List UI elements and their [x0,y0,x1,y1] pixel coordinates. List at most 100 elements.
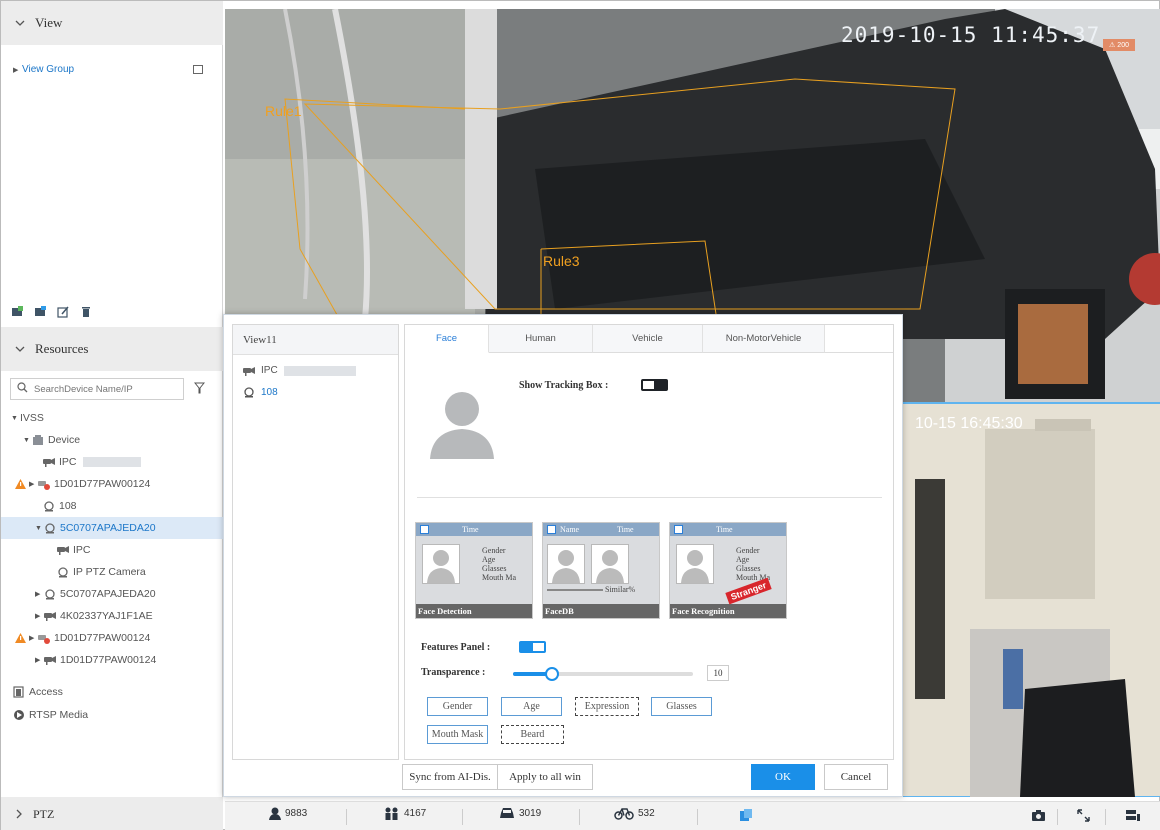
transparence-slider[interactable] [513,667,693,681]
collapse-arrow-icon: ▼ [23,436,30,444]
dome-camera-icon [243,387,255,398]
feature-mouth-mask[interactable]: Mouth Mask [427,725,488,744]
tree-node-selected-device[interactable]: ▼ 5C0707APAJEDA20 [1,517,223,539]
edit-icon[interactable] [57,306,69,321]
face-detection-card[interactable]: Time Gender Age Glasses Mouth Ma Face De… [415,522,533,619]
ptz-section-header[interactable]: PTZ [1,797,223,830]
feature-age[interactable]: Age [501,697,562,716]
human-count[interactable]: 4167 [384,807,426,820]
feature-gender[interactable]: Gender [427,697,488,716]
card-header-label: Name [560,525,580,534]
tree-node-child-ipc[interactable]: IPC [1,539,223,561]
bottom-toolbar [225,801,1160,830]
tree-node-nvr-offline-1[interactable]: ▶ 1D01D77PAW00124 [1,473,223,495]
face-count[interactable]: 9883 [269,807,307,820]
expand-arrow-icon: ▶ [35,613,41,620]
add-view-icon[interactable] [193,65,203,74]
dome-camera-icon [43,500,55,512]
tree-node-ipc[interactable]: IPC [1,451,223,473]
features-panel-toggle[interactable] [519,641,546,653]
camera-icon [43,456,55,468]
tree-node-ptz-camera[interactable]: IP PTZ Camera [1,561,223,583]
alarm-badge[interactable]: ⚠ 200 [1103,39,1135,51]
slider-knob[interactable] [545,667,559,681]
ptz-camera-icon [57,566,69,578]
feature-glasses[interactable]: Glasses [651,697,712,716]
view-item-108[interactable]: 108 [243,387,278,398]
apply-to-all-button[interactable]: Apply to all win [497,764,593,790]
view-group-label: View Group [22,64,75,75]
video-timestamp: 2019-10-15 11:45:37 [841,23,1101,47]
divider [417,497,882,498]
smart-overlay-icon[interactable] [739,808,753,825]
tab-vehicle[interactable]: Vehicle [593,325,703,353]
view-group-item[interactable]: ▶ View Group [13,64,74,75]
masked-ip [82,457,141,467]
view-section-title: View [35,15,63,30]
feature-beard[interactable]: Beard [501,725,564,744]
camera-icon [44,610,56,622]
rtsp-media-icon [13,709,25,721]
tree-node-ivss[interactable]: ▼ IVSS [1,407,223,429]
filter-icon[interactable] [193,382,206,397]
separator [697,809,698,825]
device-search-box[interactable] [10,378,184,400]
dome-camera-icon [44,588,56,600]
tree-node-108[interactable]: 108 [1,495,223,517]
face-thumb [676,544,714,584]
snapshot-icon[interactable] [1031,809,1046,825]
delete-icon[interactable] [80,306,92,321]
tree-node-device-2[interactable]: ▶ 5C0707APAJEDA20 [1,583,223,605]
intelligent-overlay-dialog: View11 IPC 108 Face Human Vehicle Non-Mo… [223,314,903,797]
tree-node-rtsp[interactable]: RTSP Media [1,704,223,726]
vehicle-count[interactable]: 3019 [499,807,541,819]
fullscreen-icon[interactable] [1077,809,1090,825]
camera-icon [44,654,56,666]
window-layout-icon[interactable] [1125,809,1141,825]
face-avatar-icon [427,387,497,462]
separator [462,809,463,825]
view-list-panel: View11 IPC 108 [232,324,399,760]
show-tracking-toggle[interactable] [641,379,668,391]
card-checkbox[interactable] [674,525,683,534]
view-item-ipc[interactable]: IPC [243,365,356,376]
camera-icon [243,366,255,376]
add-group-icon[interactable] [34,306,46,321]
tree-node-device-4[interactable]: ▶ 1D01D77PAW00124 [1,649,223,671]
view-section-header[interactable]: View [1,1,223,45]
tab-strip-filler [825,325,893,353]
rule1-label: Rule1 [265,103,302,119]
search-input[interactable] [34,383,174,395]
resources-section-header[interactable]: Resources [1,327,223,371]
chevron-down-icon [15,344,25,354]
collapse-arrow-icon: ▼ [35,524,42,532]
face-thumb [547,544,585,584]
sync-from-ai-button[interactable]: Sync from AI-Dis. [402,764,498,790]
tab-human[interactable]: Human [489,325,593,353]
face-recognition-card[interactable]: Time Gender Age Glasses Mouth Ma Face Re… [669,522,787,619]
card-checkbox[interactable] [547,525,556,534]
card-checkbox[interactable] [420,525,429,534]
add-window-icon[interactable] [11,306,23,321]
tree-node-device-3[interactable]: ▶ 4K02337YAJ1F1AE [1,605,223,627]
tree-node-access[interactable]: Access [1,681,223,703]
cancel-button[interactable]: Cancel [824,764,888,790]
tree-node-device[interactable]: ▼ Device [1,429,223,451]
similarity-label: Similar% [605,585,636,594]
camera-offline-icon [38,478,50,490]
tab-non-motor-vehicle[interactable]: Non-MotorVehicle [703,325,825,353]
facedb-card[interactable]: Name Time Similar% FaceDB [542,522,660,619]
dome-camera-icon [44,522,56,534]
feature-expression[interactable]: Expression [575,697,639,716]
separator [346,809,347,825]
transparence-value[interactable]: 10 [707,665,729,681]
bike-count[interactable]: 532 [614,807,655,820]
car-icon [499,807,515,819]
separator [1057,809,1058,825]
tab-face[interactable]: Face [405,325,489,353]
view-toolbar [11,306,92,321]
tree-node-nvr-offline-2[interactable]: ▶ 1D01D77PAW00124 [1,627,223,649]
ok-button[interactable]: OK [751,764,815,790]
settings-panel: Face Human Vehicle Non-MotorVehicle Show… [404,324,894,760]
face-thumb [591,544,629,584]
